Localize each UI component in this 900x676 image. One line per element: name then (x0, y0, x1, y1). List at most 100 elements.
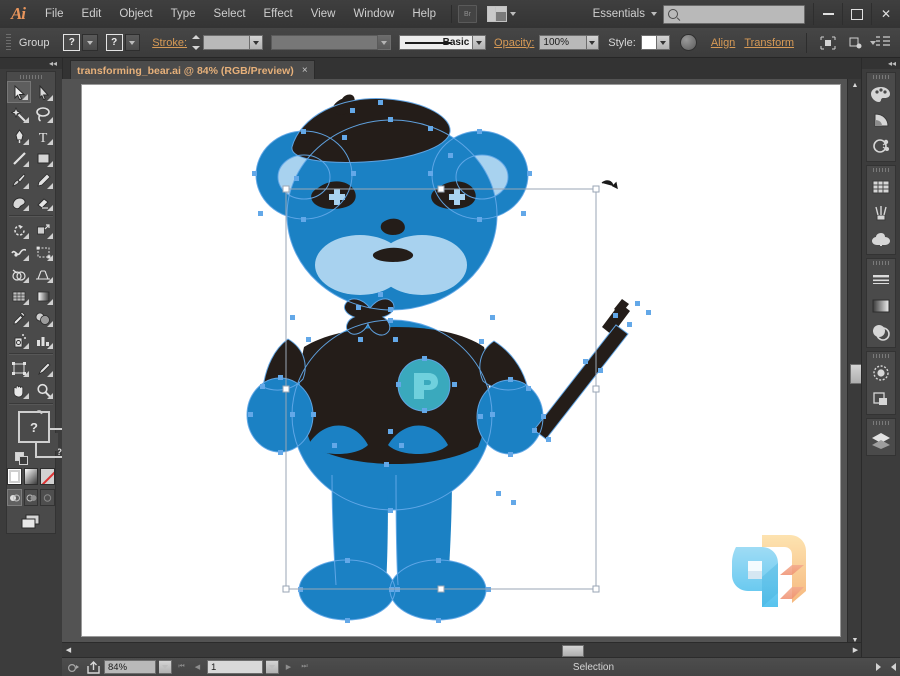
opacity-dropdown[interactable] (586, 35, 600, 50)
vertical-scrollbar[interactable]: ▲ ▼ (847, 79, 863, 647)
drawing-mode-normal[interactable] (7, 489, 22, 506)
maximize-button[interactable] (842, 3, 871, 25)
color-mode-none[interactable] (40, 468, 56, 485)
gradient-panel[interactable] (867, 293, 895, 319)
first-artboard-button[interactable]: ⏮ (175, 660, 188, 674)
opacity-label[interactable]: Opacity: (494, 37, 534, 49)
bridge-icon[interactable]: Br (458, 5, 477, 23)
stroke-weight-field[interactable] (202, 35, 250, 50)
shape-builder-tool[interactable] (7, 263, 31, 285)
recolor-artwork-icon[interactable] (680, 34, 697, 51)
close-button[interactable]: ✕ (871, 3, 900, 25)
status-expand-icon[interactable] (876, 663, 881, 671)
slice-tool[interactable] (31, 357, 55, 379)
dock-group-grip[interactable] (867, 259, 895, 267)
eraser-tool[interactable] (31, 191, 55, 213)
lasso-tool[interactable] (31, 103, 55, 125)
opacity-field[interactable]: 100% (539, 35, 587, 50)
dock-group-grip[interactable] (867, 166, 895, 174)
eyedropper-tool[interactable] (7, 307, 31, 329)
stroke-profile-dropdown[interactable] (378, 35, 391, 50)
transform-button[interactable]: Transform (744, 37, 794, 49)
menu-view[interactable]: View (302, 0, 345, 28)
stroke-weight-dropdown[interactable] (249, 35, 263, 50)
workspace-switcher[interactable]: Essentials (593, 8, 657, 20)
menu-object[interactable]: Object (110, 0, 161, 28)
swatches-panel[interactable] (867, 174, 895, 200)
brushes-panel[interactable] (867, 200, 895, 226)
column-graph-tool[interactable] (31, 329, 55, 351)
share-icon[interactable] (85, 660, 101, 674)
fill-dropdown[interactable] (82, 34, 98, 51)
default-fill-stroke-icon[interactable] (15, 452, 28, 465)
collapse-tools-button[interactable]: ◂◂ (0, 58, 62, 69)
close-icon[interactable]: × (302, 65, 308, 76)
brush-definition-dropdown[interactable] (473, 35, 487, 50)
graphic-styles-panel[interactable] (867, 386, 895, 412)
control-bar-grip[interactable] (6, 33, 11, 52)
stroke-color-swatch[interactable]: ? (105, 34, 123, 51)
pen-tool[interactable] (7, 125, 31, 147)
paintbrush-tool[interactable] (7, 169, 31, 191)
last-artboard-button[interactable]: ⏭ (298, 660, 311, 674)
search-input[interactable] (663, 4, 805, 24)
tools-panel-grip[interactable] (7, 72, 55, 81)
color-mode-gradient[interactable] (23, 468, 39, 485)
artboard-tool[interactable] (7, 357, 31, 379)
dock-group-grip[interactable] (867, 352, 895, 360)
rectangle-tool[interactable] (31, 147, 55, 169)
scroll-up-arrow[interactable]: ▲ (848, 79, 862, 92)
fill-color-swatch[interactable]: ? (63, 34, 81, 51)
control-panel-menu-icon[interactable] (876, 35, 891, 50)
swap-fill-stroke-icon[interactable]: ↷ (36, 408, 48, 420)
menu-help[interactable]: Help (403, 0, 445, 28)
blob-brush-tool[interactable] (7, 191, 31, 213)
color-panel[interactable] (867, 81, 895, 107)
scale-tool[interactable] (31, 219, 55, 241)
cloud-sync-icon[interactable] (66, 660, 82, 674)
stroke-label[interactable]: Stroke: (152, 37, 187, 49)
blend-tool[interactable] (31, 307, 55, 329)
drawing-mode-inside[interactable] (40, 489, 56, 506)
graphic-style-dropdown[interactable] (657, 35, 671, 50)
menu-window[interactable]: Window (344, 0, 403, 28)
rotate-tool[interactable] (7, 219, 31, 241)
isolate-mask-icon[interactable] (847, 35, 865, 51)
artboard-number-field[interactable]: 1 (207, 660, 263, 674)
align-button[interactable]: Align (711, 37, 735, 49)
artboard-dropdown[interactable] (266, 660, 279, 674)
next-artboard-button[interactable]: ▶ (282, 660, 295, 674)
symbols-panel[interactable] (867, 226, 895, 252)
zoom-tool[interactable] (31, 379, 55, 401)
dock-group-grip[interactable] (867, 73, 895, 81)
scroll-left-arrow[interactable]: ◀ (62, 643, 75, 657)
dock-group-grip[interactable] (867, 419, 895, 427)
layers-panel[interactable] (867, 427, 895, 453)
menu-file[interactable]: File (36, 0, 73, 28)
change-screen-mode-button[interactable] (7, 512, 55, 530)
direct-selection-tool[interactable] (31, 81, 55, 103)
color-mode-solid[interactable] (7, 468, 22, 485)
appearance-panel[interactable] (867, 360, 895, 386)
arrange-documents-button[interactable] (487, 6, 516, 22)
menu-type[interactable]: Type (162, 0, 205, 28)
menu-select[interactable]: Select (205, 0, 255, 28)
type-tool[interactable]: T (31, 125, 55, 147)
document-tab[interactable]: transforming_bear.ai @ 84% (RGB/Preview)… (70, 60, 315, 80)
pencil-tool[interactable] (31, 169, 55, 191)
previous-artboard-button[interactable]: ◀ (191, 660, 204, 674)
selection-tool[interactable] (7, 81, 31, 103)
magic-wand-tool[interactable] (7, 103, 31, 125)
zoom-level-field[interactable]: 84% (104, 660, 156, 674)
expand-panels-button[interactable]: ◂◂ (862, 58, 900, 69)
edit-colors-panel[interactable] (867, 133, 895, 159)
menu-effect[interactable]: Effect (255, 0, 302, 28)
horizontal-scroll-thumb[interactable] (562, 645, 584, 657)
graphic-style-swatch[interactable] (640, 35, 658, 50)
perspective-grid-tool[interactable] (31, 263, 55, 285)
symbol-sprayer-tool[interactable] (7, 329, 31, 351)
canvas-area[interactable]: aparat.com/Muhamadcom (62, 79, 862, 647)
line-segment-tool[interactable] (7, 147, 31, 169)
minimize-button[interactable] (813, 3, 842, 25)
stroke-weight-stepper[interactable] (192, 35, 201, 50)
